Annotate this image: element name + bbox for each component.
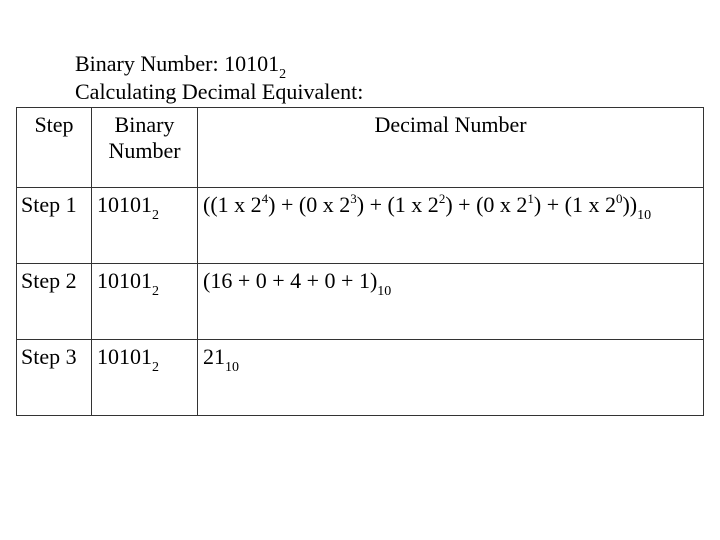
calculating-heading: Calculating Decimal Equivalent: [75, 79, 364, 104]
plus: + [541, 192, 565, 217]
plus: + [275, 192, 299, 217]
term: (1 x 2 [387, 192, 439, 217]
header-binary-number: Binary Number [91, 107, 198, 188]
binary-cell: 101012 [91, 263, 198, 340]
step-cell: Step 1 [16, 187, 92, 264]
term: (1 x 2 [210, 192, 262, 217]
term: (1 x 2 [564, 192, 616, 217]
paren: ) [356, 192, 365, 217]
step-cell: Step 3 [16, 339, 92, 416]
binary-cell: 101012 [91, 187, 198, 264]
term: (0 x 2 [298, 192, 351, 217]
paren: ) [445, 192, 453, 217]
plus: + [452, 192, 477, 217]
step-cell: Step 2 [16, 263, 92, 340]
paren: ) [622, 192, 630, 217]
decimal-base-subscript: 10 [637, 208, 652, 223]
table-row: Step 3 101012 2110 [16, 339, 704, 416]
decimal-cell: (16 + 0 + 4 + 0 + 1)10 [197, 263, 704, 340]
binary-number-label: Binary Number: [75, 51, 225, 76]
decimal-cell: 2110 [197, 339, 704, 416]
binary-cell: 101012 [91, 339, 198, 416]
plus: + [364, 192, 388, 217]
term: (0 x 2 [476, 192, 528, 217]
table-header-row: Step Binary Number Decimal Number [16, 107, 704, 188]
conversion-table: Step Binary Number Decimal Number Step 1 … [16, 107, 704, 416]
header-step: Step [16, 107, 92, 188]
table-row: Step 1 101012 ((1 x 24) + (0 x 23) + (1 … [16, 187, 704, 264]
table-row: Step 2 101012 (16 + 0 + 4 + 0 + 1)10 [16, 263, 704, 340]
decimal-cell: ((1 x 24) + (0 x 23) + (1 x 22) + (0 x 2… [197, 187, 704, 264]
binary-number-heading: Binary Number: 101012 [75, 51, 286, 82]
header-decimal-number: Decimal Number [197, 107, 704, 188]
binary-number-value: 10101 [224, 51, 280, 76]
